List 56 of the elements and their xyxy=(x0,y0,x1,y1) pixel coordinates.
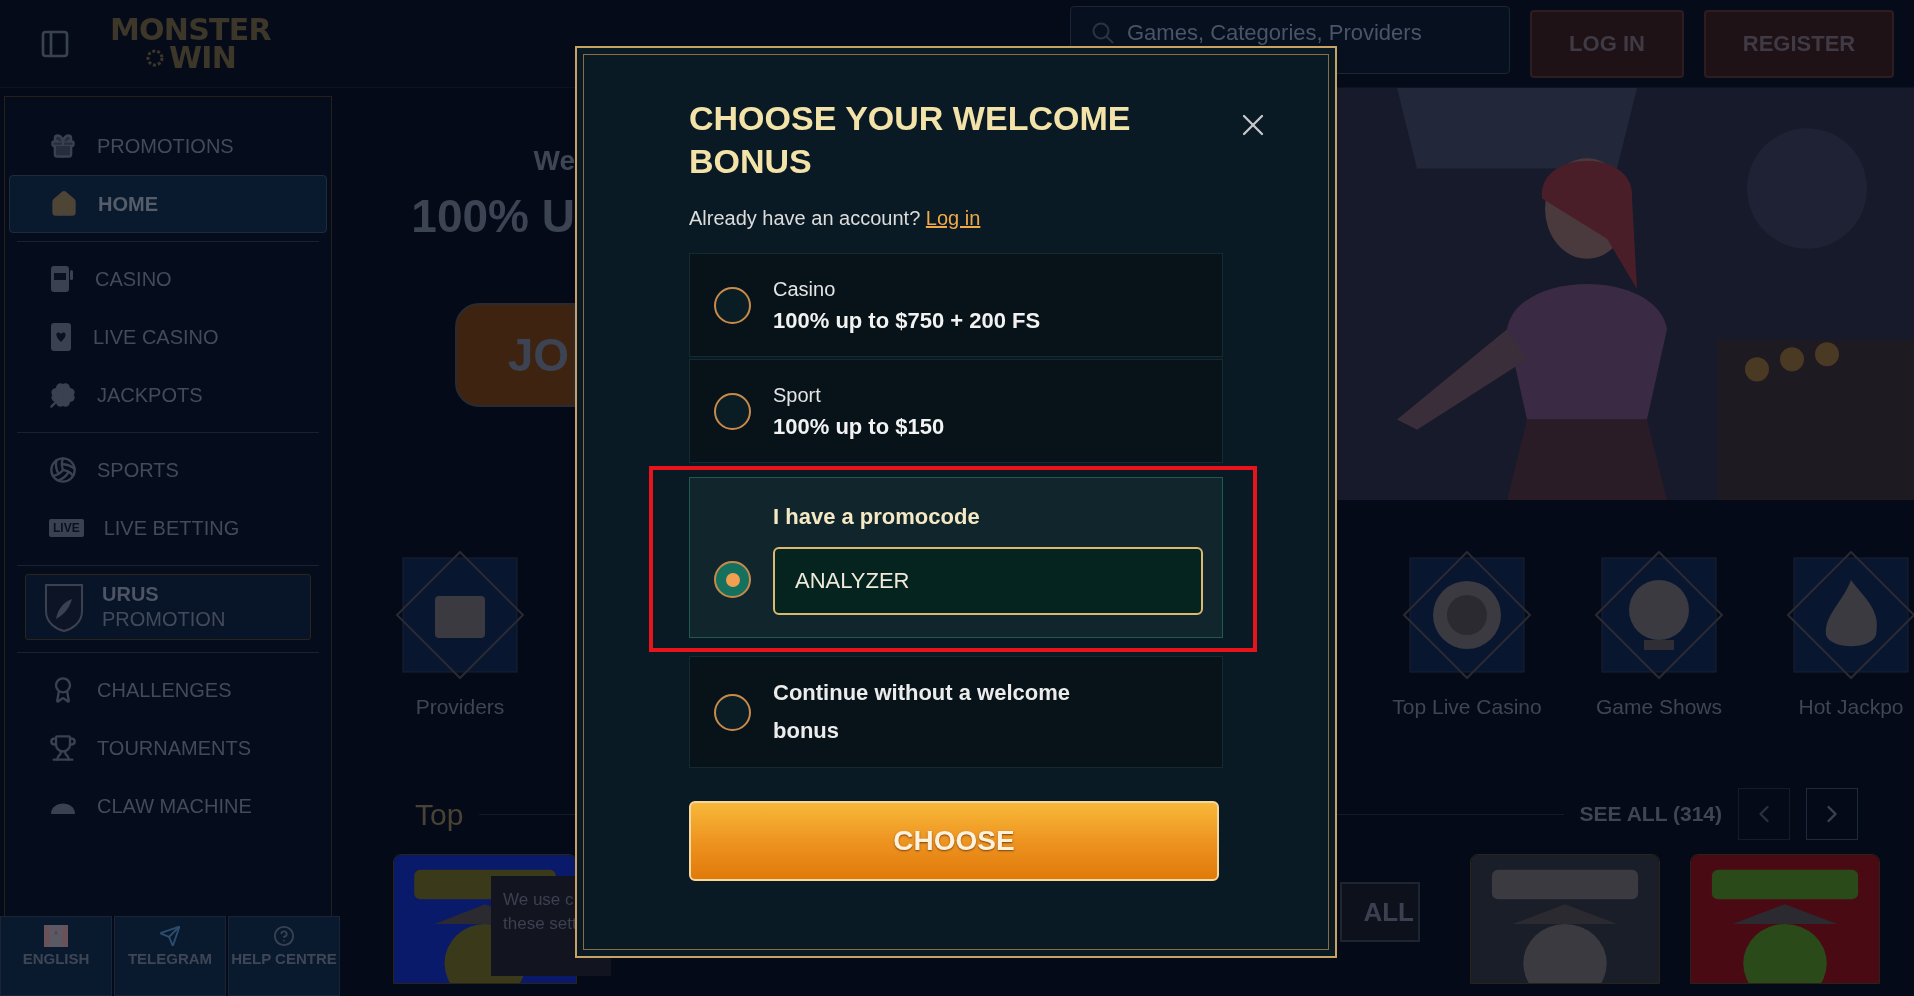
slot-machine-icon xyxy=(49,264,75,294)
login-prompt: Already have an account? Log in xyxy=(689,206,982,231)
gift-icon xyxy=(49,132,77,160)
sidebar-item[interactable]: SPORTS xyxy=(9,441,327,499)
chip-icon[interactable] xyxy=(1402,550,1532,680)
category-label[interactable]: Game Shows xyxy=(1595,692,1723,722)
promo-card[interactable]: URUS PROMOTION xyxy=(25,574,311,640)
option-label: Continue without a welcome bonus xyxy=(773,679,1071,745)
radio-button[interactable] xyxy=(714,693,751,731)
section-title: Top xyxy=(415,796,464,833)
flag-icon xyxy=(44,925,68,947)
promocode-field[interactable]: ANALYZER xyxy=(773,547,1203,615)
category-label[interactable]: Providers xyxy=(415,692,505,722)
choose-button[interactable]: CHOOSE xyxy=(689,801,1219,881)
option-label: I have a promocode xyxy=(773,503,981,531)
category-label[interactable]: Hot Jackpo xyxy=(1798,692,1904,722)
see-all-link[interactable]: SEE ALL (314) xyxy=(1579,798,1722,830)
home-icon xyxy=(50,190,78,218)
no-bonus-option[interactable]: Continue without a welcome bonus xyxy=(689,656,1223,768)
join-button[interactable]: JO xyxy=(455,303,575,407)
playing-card-icon xyxy=(49,322,73,352)
radio-button[interactable] xyxy=(714,392,751,430)
trophy-icon xyxy=(49,734,77,762)
sidebar-item[interactable]: CASINO xyxy=(9,250,327,308)
category-label[interactable]: Top Live Casino xyxy=(1392,692,1542,722)
next-button[interactable] xyxy=(1806,788,1858,840)
bonus-option[interactable]: Casino 100% up to $750 + 200 FS xyxy=(689,253,1223,357)
sidebar-item[interactable]: PROMOTIONS xyxy=(9,117,327,175)
radio-button[interactable] xyxy=(714,286,751,324)
promo-title: URUS xyxy=(102,582,160,607)
ball-icon xyxy=(49,456,77,484)
sidebar-item[interactable]: HOME xyxy=(9,175,327,233)
sidebar-item[interactable]: CHALLENGES xyxy=(9,661,327,719)
login-link[interactable]: Log in xyxy=(925,207,981,229)
hero-eyebrow: We xyxy=(533,144,575,178)
sidebar-item[interactable]: TOURNAMENTS xyxy=(9,719,327,777)
search-icon xyxy=(1092,22,1114,44)
sidebar-item[interactable]: JACKPOTS xyxy=(9,366,327,424)
option-name: Casino xyxy=(773,276,837,302)
radio-button[interactable] xyxy=(714,561,751,598)
promo-subtitle: PROMOTION xyxy=(102,607,226,632)
help-icon xyxy=(273,925,295,947)
gears-icon xyxy=(144,47,165,68)
modal-title: CHOOSE YOUR WELCOME BONUS xyxy=(689,98,1132,182)
shield-icon xyxy=(42,581,86,633)
sidebar-item[interactable]: LIVE CASINO xyxy=(9,308,327,366)
option-name: Sport xyxy=(773,382,822,408)
previous-button[interactable] xyxy=(1738,788,1790,840)
hero-headline: 100% U xyxy=(411,189,575,244)
bonus-option[interactable]: Sport 100% up to $150 xyxy=(689,359,1223,463)
paper-plane-icon xyxy=(159,925,181,947)
option-offer: 100% up to $150 xyxy=(773,412,945,441)
promocode-option[interactable]: I have a promocode ANALYZER xyxy=(689,477,1223,638)
clover-icon xyxy=(49,381,77,409)
sidebar-item[interactable]: CLAW MACHINE xyxy=(9,777,327,835)
option-offer: 100% up to $750 + 200 FS xyxy=(773,306,1041,335)
